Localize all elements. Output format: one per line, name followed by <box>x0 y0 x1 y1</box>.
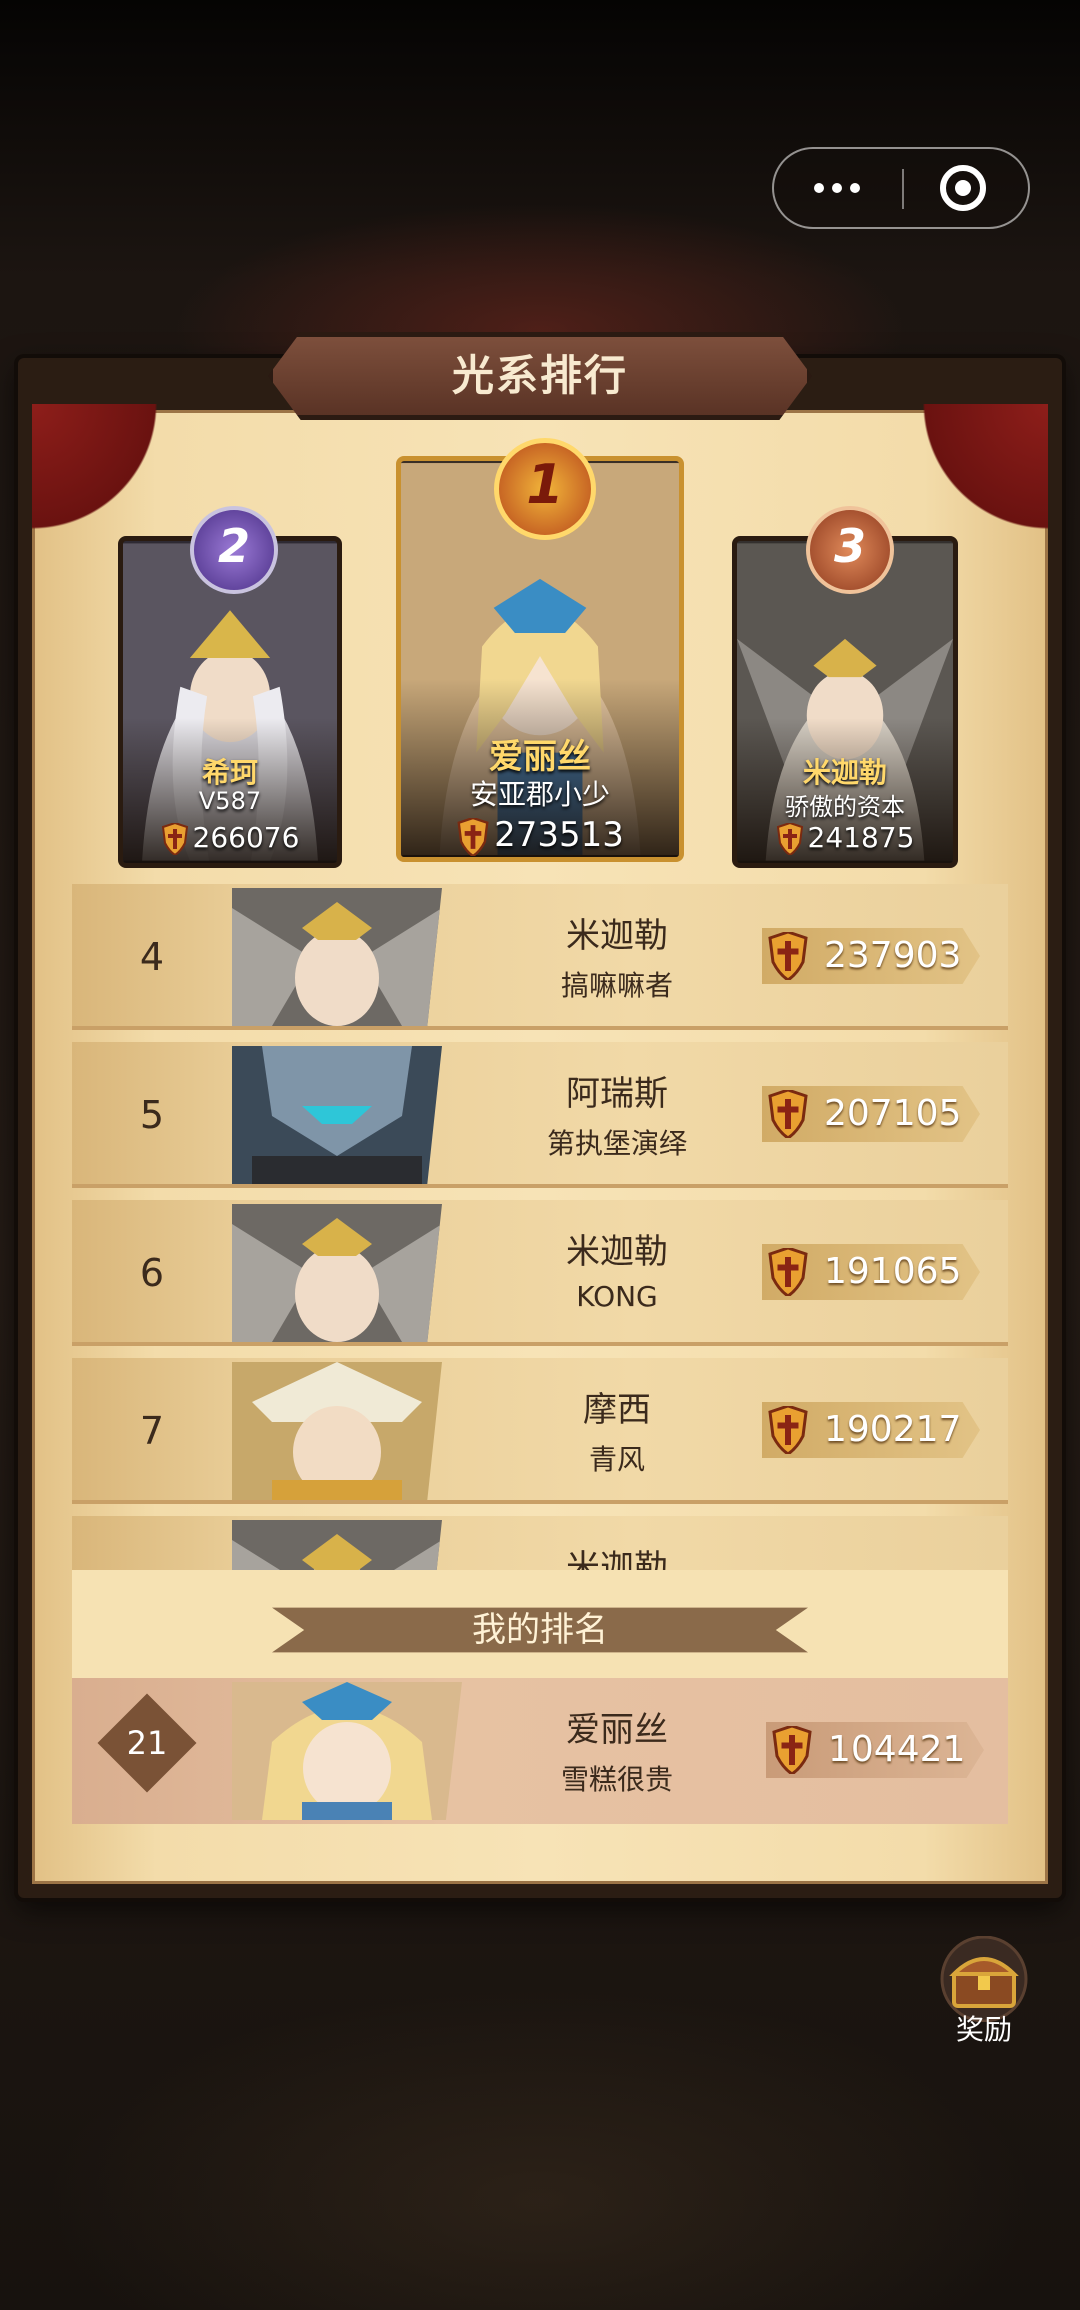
hero-name: 米迦勒 <box>566 916 668 956</box>
capsule-divider <box>902 169 904 209</box>
podium-hero-name: 爱丽丝 <box>489 737 591 777</box>
power-shield-icon <box>768 1090 808 1138</box>
player-name: 青风 <box>588 1443 645 1476</box>
hero-portrait <box>232 1682 462 1820</box>
ranking-row[interactable]: 7 摩西 青风 190217 <box>72 1358 1008 1504</box>
rank-number: 7 <box>139 1409 165 1453</box>
hero-portrait <box>232 1520 442 1570</box>
power-value: 104421 <box>828 1729 966 1770</box>
ranking-row[interactable]: 4 米迦勒 搞嘛嘛者 237903 <box>72 884 1008 1030</box>
rank-3-medal-icon: 3 <box>806 506 894 594</box>
my-rank-row[interactable]: 爱丽丝 雪糕很贵 104421 <box>72 1678 1008 1824</box>
power-shield-icon <box>768 932 808 980</box>
curtain-left <box>32 404 182 544</box>
power-value: 237903 <box>824 935 962 976</box>
hero-portrait <box>232 1046 442 1184</box>
rank-number <box>72 1516 232 1570</box>
ranking-row[interactable]: 5 阿瑞斯 第执堡演绎 207105 <box>72 1042 1008 1188</box>
power-shield-icon <box>161 823 188 855</box>
hero-name: 摩西 <box>583 1390 651 1430</box>
podium-player-name: 安亚郡小少 <box>469 778 610 811</box>
rank-number: 5 <box>139 1093 165 1137</box>
player-name: 搞嘛嘛者 <box>560 969 673 1002</box>
power-shield-icon <box>768 1406 808 1454</box>
player-name: 第执堡演绎 <box>546 1127 687 1160</box>
curtain-right <box>898 404 1048 544</box>
rank-number: 4 <box>139 935 165 979</box>
my-rank-label: 我的排名 <box>472 1610 608 1650</box>
hero-name: 阿瑞斯 <box>566 1074 668 1114</box>
rank-2-medal-icon: 2 <box>190 506 278 594</box>
ranking-list[interactable]: 4 米迦勒 搞嘛嘛者 237903 5 阿瑞斯 第执堡演绎 207105 6 米… <box>72 880 1008 1570</box>
podium-hero-name: 米迦勒 <box>802 756 887 789</box>
rank-number: 6 <box>139 1251 165 1295</box>
ranking-row[interactable]: 米迦勒 <box>72 1516 1008 1570</box>
podium-power: 266076 <box>123 821 337 855</box>
ranking-row[interactable]: 6 米迦勒 KONG 191065 <box>72 1200 1008 1346</box>
hero-portrait <box>232 888 442 1026</box>
close-target-icon[interactable] <box>940 165 986 211</box>
power-value: 191065 <box>824 1251 962 1292</box>
podium-power: 241875 <box>737 821 953 855</box>
podium-player-name: 骄傲的资本 <box>785 793 905 821</box>
podium-hero-name: 希珂 <box>201 756 258 789</box>
reward-label: 奖励 <box>955 2013 1012 2046</box>
power-value: 207105 <box>824 1093 962 1134</box>
rank-1-medal-icon: 1 <box>494 438 596 540</box>
hero-name: 爱丽丝 <box>566 1710 668 1750</box>
power-shield-icon <box>772 1726 812 1774</box>
podium-player-name: V587 <box>198 787 262 815</box>
hero-portrait <box>232 1204 442 1342</box>
power-shield-icon <box>457 817 489 856</box>
hero-name: 米迦勒 <box>566 1232 668 1272</box>
player-name: 雪糕很贵 <box>560 1763 673 1796</box>
podium-power: 273513 <box>401 815 679 856</box>
my-rank-number: 21 <box>126 1724 168 1762</box>
power-value: 190217 <box>824 1409 962 1450</box>
hero-portrait <box>232 1362 442 1500</box>
leaderboard-title: 光系排行 <box>451 351 628 400</box>
hero-name: 米迦勒 <box>566 1548 668 1570</box>
more-menu-icon[interactable] <box>774 149 902 227</box>
player-name: KONG <box>576 1280 658 1313</box>
miniprogram-capsule <box>772 147 1030 229</box>
power-shield-icon <box>768 1248 808 1296</box>
power-shield-icon <box>776 823 803 855</box>
